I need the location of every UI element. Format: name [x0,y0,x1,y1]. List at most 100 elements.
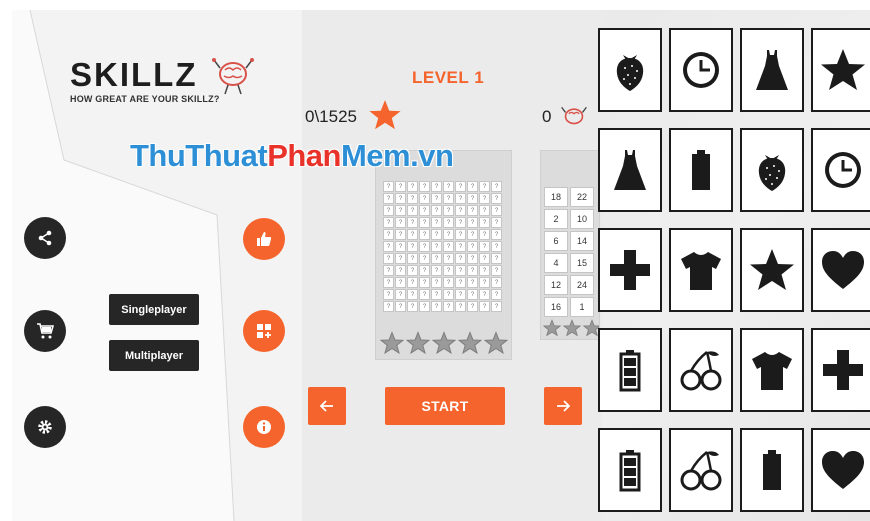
battery-empty-icon [619,450,641,492]
more-games-button[interactable] [243,310,285,352]
hidden-tile: ? [443,253,454,264]
next-level-button[interactable] [544,387,582,425]
number-tile: 12 [544,275,568,295]
hidden-tile: ? [455,241,466,252]
hidden-tile: ? [407,229,418,240]
rating-star-icon [563,319,581,337]
hidden-tile: ? [467,241,478,252]
hidden-tile: ? [443,217,454,228]
like-button[interactable] [243,218,285,260]
hidden-tile: ? [395,193,406,204]
cherry-icon [680,451,722,491]
share-icon [38,230,52,246]
hidden-tile: ? [407,277,418,288]
hidden-tile: ? [383,265,394,276]
hidden-tile: ? [467,181,478,192]
hidden-tile: ? [419,301,430,312]
memory-card[interactable] [740,328,804,412]
memory-card[interactable] [740,128,804,212]
hidden-tile: ? [443,277,454,288]
memory-card[interactable] [598,428,662,512]
tshirt-icon [752,352,792,390]
hidden-tile: ? [431,241,442,252]
memory-card[interactable] [669,128,733,212]
watermark-part-3: Mem [340,138,411,173]
memory-card[interactable] [598,28,662,112]
hidden-tile: ? [491,229,502,240]
singleplayer-button[interactable]: Singleplayer [109,294,199,325]
heart-icon [822,451,864,489]
arrow-right-icon [557,400,571,412]
hidden-tile: ? [419,289,430,300]
hidden-tile: ? [419,277,430,288]
memory-card[interactable] [669,228,733,312]
number-tile: 6 [544,231,568,251]
hidden-tile: ? [479,277,490,288]
hidden-tile: ? [395,301,406,312]
hidden-tile: ? [419,229,430,240]
memory-card[interactable] [598,228,662,312]
shop-button[interactable] [24,310,66,352]
memory-card[interactable] [669,328,733,412]
add-grid-icon [257,324,271,338]
memory-card[interactable] [740,228,804,312]
hidden-tile: ? [455,205,466,216]
info-button[interactable] [243,406,285,448]
hidden-tile: ? [479,289,490,300]
hidden-tile: ? [491,277,502,288]
memory-card[interactable] [740,428,804,512]
star-icon [750,249,794,290]
hidden-tile: ? [431,193,442,204]
rating-star-icon [432,331,456,355]
memory-card[interactable] [598,128,662,212]
settings-button[interactable] [24,406,66,448]
multiplayer-button[interactable]: Multiplayer [109,340,199,371]
hidden-tile: ? [419,241,430,252]
memory-card[interactable] [811,228,870,312]
number-tile: 24 [570,275,594,295]
level-preview-card[interactable]: ????????????????????????????????????????… [375,150,512,360]
next-level-preview-card[interactable]: 18 22 2 10 6 14 4 15 12 24 16 1 [540,150,600,340]
hidden-tile: ? [431,277,442,288]
hidden-tile: ? [491,253,502,264]
level-label: LEVEL 1 [412,68,485,87]
hidden-tile: ? [467,217,478,228]
memory-card[interactable] [598,328,662,412]
hidden-tile: ? [383,289,394,300]
hidden-tile: ? [407,181,418,192]
tshirt-icon [681,252,721,290]
thumbs-up-icon [257,232,272,246]
hidden-tile: ? [467,205,478,216]
prev-level-button[interactable] [308,387,346,425]
hidden-tile: ? [479,241,490,252]
memory-card[interactable] [811,428,870,512]
star-icon [369,100,401,130]
info-icon [257,420,271,434]
plus-icon [610,250,650,290]
share-button[interactable] [24,217,66,259]
memory-card[interactable] [811,28,870,112]
start-button[interactable]: START [385,387,505,425]
memory-card[interactable] [811,328,870,412]
hidden-tile: ? [455,289,466,300]
hidden-tile: ? [407,301,418,312]
hidden-tile: ? [431,229,442,240]
hidden-tile: ? [431,181,442,192]
hidden-tile: ? [407,193,418,204]
battery-empty-icon [619,350,641,392]
hidden-tile: ? [383,217,394,228]
watermark-part-2: Phan [267,138,341,173]
rating-star-icon [406,331,430,355]
memory-card[interactable] [740,28,804,112]
hidden-tile: ? [479,253,490,264]
memory-card[interactable] [669,428,733,512]
memory-card[interactable] [669,28,733,112]
memory-card[interactable] [811,128,870,212]
hidden-tile: ? [395,217,406,228]
hidden-tile: ? [395,205,406,216]
number-grid: 18 22 2 10 6 14 4 15 12 24 16 1 [544,187,594,317]
hidden-tile: ? [479,181,490,192]
dress-icon [756,50,788,90]
hidden-tile: ? [467,265,478,276]
hidden-tile: ? [383,229,394,240]
